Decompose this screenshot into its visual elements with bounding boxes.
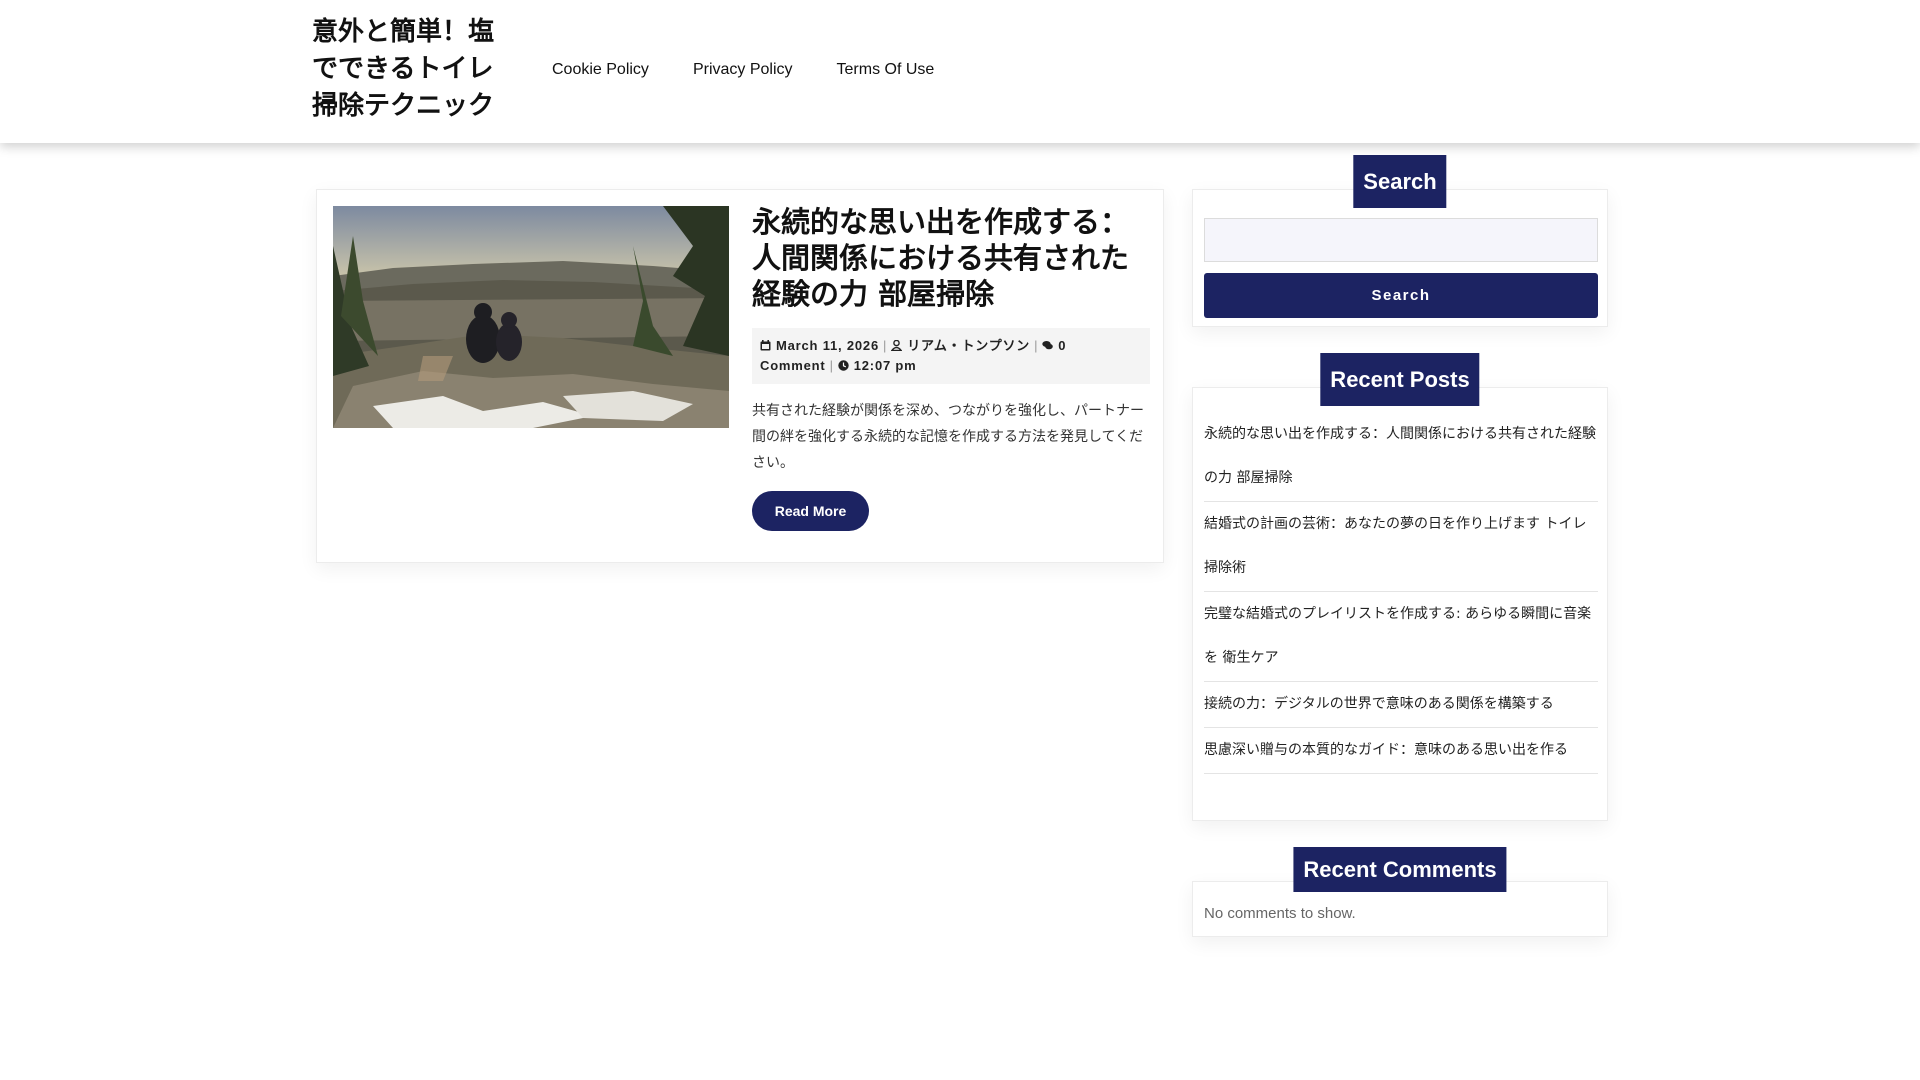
search-widget: Search Search xyxy=(1192,155,1608,327)
post-author[interactable]: リアム・トンプソン xyxy=(907,338,1030,353)
landscape-photo-icon xyxy=(333,206,729,428)
post-card: 永続的な思い出を作成する：人間関係における共有された経験の力 部屋掃除 Marc… xyxy=(316,189,1164,563)
comments-icon xyxy=(1042,337,1054,350)
post-thumbnail[interactable] xyxy=(333,206,729,428)
site-title[interactable]: 意外と簡単！塩でできるトイレ掃除テクニック xyxy=(312,14,502,125)
list-item: 接続の力：デジタルの世界で意味のある関係を構築する xyxy=(1204,682,1598,728)
read-more-button[interactable]: Read More xyxy=(752,491,869,531)
no-comments-text: No comments to show. xyxy=(1204,905,1356,922)
list-item: 完璧な結婚式のプレイリストを作成する: あらゆる瞬間に音楽を 衛生ケア xyxy=(1204,592,1598,682)
recent-post-link[interactable]: 接続の力：デジタルの世界で意味のある関係を構築する xyxy=(1204,682,1598,726)
list-item: 結婚式の計画の芸術：あなたの夢の日を作り上げます トイレ掃除術 xyxy=(1204,502,1598,592)
recent-posts-list: 永続的な思い出を作成する：人間関係における共有された経験の力 部屋掃除 結婚式の… xyxy=(1204,412,1598,774)
nav-terms-of-use[interactable]: Terms Of Use xyxy=(837,58,935,82)
recent-comments-widget: Recent Comments No comments to show. xyxy=(1192,847,1608,937)
recent-post-link[interactable]: 結婚式の計画の芸術：あなたの夢の日を作り上げます トイレ掃除術 xyxy=(1204,502,1598,590)
recent-post-link[interactable]: 完璧な結婚式のプレイリストを作成する: あらゆる瞬間に音楽を 衛生ケア xyxy=(1204,592,1598,680)
user-icon xyxy=(890,337,903,352)
meta-separator: | xyxy=(1034,338,1039,353)
post-meta: March 11, 2026 | リアム・トンプソン | 0 Comment | 12… xyxy=(752,328,1150,384)
main-nav: Cookie Policy Privacy Policy Terms Of Us… xyxy=(552,58,934,82)
list-item: 永続的な思い出を作成する：人間関係における共有された経験の力 部屋掃除 xyxy=(1204,412,1598,502)
recent-post-link[interactable]: 思慮深い贈与の本質的なガイド：意味のある思い出を作る xyxy=(1204,728,1598,772)
post-title[interactable]: 永続的な思い出を作成する：人間関係における共有された経験の力 部屋掃除 xyxy=(752,204,1152,312)
clock-icon xyxy=(838,357,849,371)
site-header: 意外と簡単！塩でできるトイレ掃除テクニック Cookie Policy Priv… xyxy=(0,0,1920,143)
recent-post-link[interactable]: 永続的な思い出を作成する：人間関係における共有された経験の力 部屋掃除 xyxy=(1204,412,1598,500)
nav-cookie-policy[interactable]: Cookie Policy xyxy=(552,58,649,82)
recent-posts-widget: Recent Posts 永続的な思い出を作成する：人間関係における共有された経… xyxy=(1192,353,1608,821)
search-widget-title: Search xyxy=(1353,155,1447,208)
list-item: 思慮深い贈与の本質的なガイド：意味のある思い出を作る xyxy=(1204,728,1598,774)
search-input[interactable] xyxy=(1204,218,1598,262)
meta-separator: | xyxy=(829,358,834,373)
search-button[interactable]: Search xyxy=(1204,273,1598,318)
post-date[interactable]: March 11, 2026 xyxy=(776,338,879,353)
recent-posts-title: Recent Posts xyxy=(1320,353,1480,406)
nav-privacy-policy[interactable]: Privacy Policy xyxy=(693,58,793,82)
post-excerpt: 共有された経験が関係を深め、つながりを強化し、パートナー間の絆を強化する永続的な… xyxy=(752,403,1144,471)
calendar-icon xyxy=(760,337,771,351)
post-time: 12:07 pm xyxy=(853,358,917,373)
recent-comments-title: Recent Comments xyxy=(1293,847,1507,892)
meta-separator: | xyxy=(883,338,888,353)
